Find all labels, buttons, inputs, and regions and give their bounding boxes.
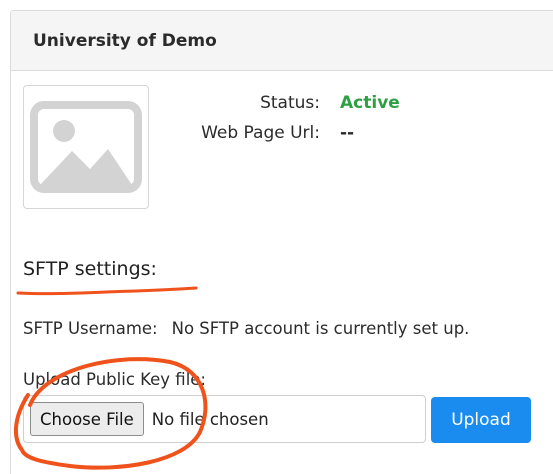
status-row: Status: Active (170, 88, 400, 118)
sftp-username-value: No SFTP account is currently set up. (171, 319, 470, 338)
annotation-underline (16, 286, 198, 296)
organization-info: Status: Active Web Page Url: -- (170, 88, 400, 148)
page: University of Demo Status: Active Web Pa… (0, 0, 553, 474)
choose-file-button[interactable]: Choose File (30, 402, 144, 436)
no-file-chosen-text: No file chosen (151, 409, 269, 429)
upload-public-key-label: Upload Public Key file: (23, 370, 206, 389)
upload-button[interactable]: Upload (431, 397, 531, 443)
image-placeholder-icon (30, 101, 142, 193)
organization-logo (23, 85, 149, 209)
panel-header: University of Demo (11, 11, 553, 71)
status-badge: Active (340, 93, 400, 113)
sftp-username-label: SFTP Username: (23, 319, 158, 338)
status-label: Status: (260, 93, 320, 113)
panel-title: University of Demo (33, 30, 217, 51)
public-key-file-input[interactable]: Choose File No file chosen (23, 395, 426, 443)
sftp-username-row: SFTP Username: No SFTP account is current… (23, 319, 469, 338)
sftp-settings-heading: SFTP settings: (23, 258, 157, 280)
web-page-url-label: Web Page Url: (201, 123, 320, 143)
web-page-url-value: -- (340, 123, 355, 143)
url-row: Web Page Url: -- (170, 118, 400, 148)
